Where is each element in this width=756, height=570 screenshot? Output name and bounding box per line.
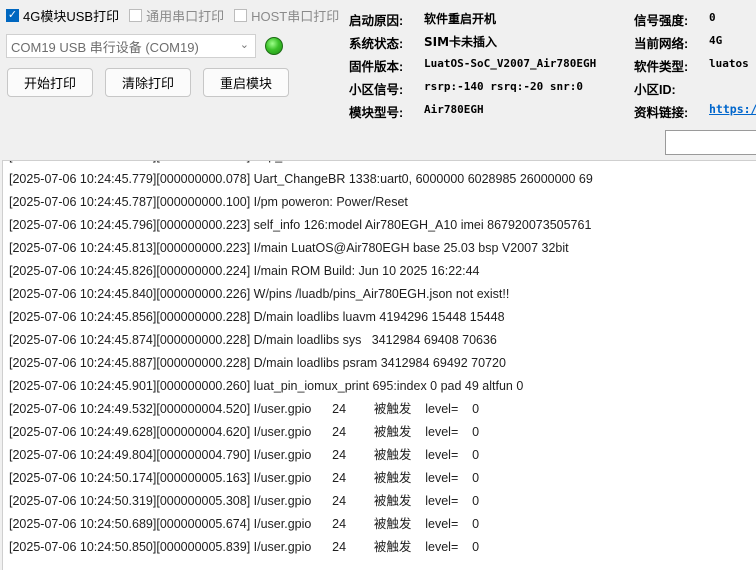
boot-reason-label: 启动原因: bbox=[349, 14, 404, 28]
docs-link-label: 资料链接: bbox=[634, 106, 689, 120]
log-line: [2025-07-06 10:24:45.796][000000000.223]… bbox=[9, 218, 592, 232]
log-line: [2025-07-06 10:24:50.174][000000005.163]… bbox=[9, 471, 480, 485]
cell-signal-label: 小区信号: bbox=[349, 83, 404, 97]
cell-signal-value: rsrp:-140 rsrq:-20 snr:0 bbox=[424, 80, 583, 93]
log-line: [2025-07-06 10:24:45.826][000000000.224]… bbox=[9, 264, 480, 278]
chevron-down-icon: ⌄ bbox=[239, 39, 249, 51]
log-line: [2025-07-06 10:24:49.804][000000004.790]… bbox=[9, 448, 480, 462]
module-model-value: Air780EGH bbox=[424, 103, 484, 116]
log-line: [2025-07-06 10:24:45.787][000000000.100]… bbox=[9, 195, 408, 209]
print-source-options: ✓ 4G模块USB打印 通用串口打印 HOST串口打印 bbox=[6, 6, 349, 24]
com-port-value: COM19 USB 串行设备 (COM19) bbox=[11, 39, 199, 55]
module-model-label: 模块型号: bbox=[349, 106, 404, 120]
signal-strength-value: 0 bbox=[709, 11, 716, 24]
send-input[interactable] bbox=[665, 130, 756, 155]
clear-print-button[interactable]: 清除打印 bbox=[105, 68, 191, 97]
usb-print-label: 4G模块USB打印 bbox=[23, 8, 120, 24]
host-print-label: HOST串口打印 bbox=[251, 8, 340, 24]
log-line: [2025-07-06 10:24:45.901][000000000.260]… bbox=[9, 379, 524, 393]
firmware-version-label: 固件版本: bbox=[349, 60, 404, 74]
current-network-value: 4G bbox=[709, 34, 723, 47]
log-line: [2025-07-06 10:24:45.856][000000000.228]… bbox=[9, 310, 505, 324]
system-status-value: SIM卡未插入 bbox=[424, 35, 498, 49]
software-type-value: luatos bbox=[709, 57, 749, 70]
host-print-checkbox[interactable]: HOST串口打印 bbox=[234, 6, 339, 25]
log-line: [2025-07-06 10:24:45.813][000000000.223]… bbox=[9, 241, 569, 255]
log-lines: [2025-07-06 10:24:45.707][000000000.075]… bbox=[9, 161, 593, 559]
log-output[interactable]: [2025-07-06 10:24:45.707][000000000.075]… bbox=[2, 160, 756, 570]
checkbox-empty-icon bbox=[234, 8, 248, 22]
log-line: [2025-07-06 10:24:49.532][000000004.520]… bbox=[9, 402, 480, 416]
boot-reason-value: 软件重启开机 bbox=[424, 12, 497, 26]
restart-module-button[interactable]: 重启模块 bbox=[203, 68, 289, 97]
log-line: [2025-07-06 10:24:45.707][000000000.075]… bbox=[9, 161, 593, 168]
connection-status-led-icon bbox=[265, 37, 283, 55]
uart-print-label: 通用串口打印 bbox=[146, 8, 225, 24]
system-status-label: 系统状态: bbox=[349, 37, 404, 51]
log-line: [2025-07-06 10:24:45.874][000000000.228]… bbox=[9, 333, 497, 347]
cell-id-label: 小区ID: bbox=[634, 83, 676, 97]
checkbox-empty-icon bbox=[129, 8, 143, 22]
log-line: [2025-07-06 10:24:45.779][000000000.078]… bbox=[9, 172, 593, 186]
checkmark-icon: ✓ bbox=[6, 8, 19, 22]
software-type-label: 软件类型: bbox=[634, 60, 689, 74]
log-line: [2025-07-06 10:24:45.887][000000000.228]… bbox=[9, 356, 506, 370]
com-port-select[interactable]: COM19 USB 串行设备 (COM19) ⌄ bbox=[6, 34, 256, 58]
usb-print-checkbox[interactable]: ✓ 4G模块USB打印 bbox=[6, 6, 119, 25]
current-network-label: 当前网络: bbox=[634, 37, 689, 51]
log-line: [2025-07-06 10:24:49.628][000000004.620]… bbox=[9, 425, 480, 439]
log-line: [2025-07-06 10:24:50.850][000000005.839]… bbox=[9, 540, 480, 554]
log-line: [2025-07-06 10:24:45.840][000000000.226]… bbox=[9, 287, 510, 301]
docs-link[interactable]: https:/ bbox=[709, 102, 756, 116]
log-line: [2025-07-06 10:24:50.319][000000005.308]… bbox=[9, 494, 480, 508]
uart-print-checkbox[interactable]: 通用串口打印 bbox=[129, 6, 224, 25]
firmware-version-value: LuatOS-SoC_V2007_Air780EGH bbox=[424, 57, 597, 70]
signal-strength-label: 信号强度: bbox=[634, 14, 689, 28]
log-line: [2025-07-06 10:24:50.689][000000005.674]… bbox=[9, 517, 480, 531]
start-print-button[interactable]: 开始打印 bbox=[7, 68, 93, 97]
